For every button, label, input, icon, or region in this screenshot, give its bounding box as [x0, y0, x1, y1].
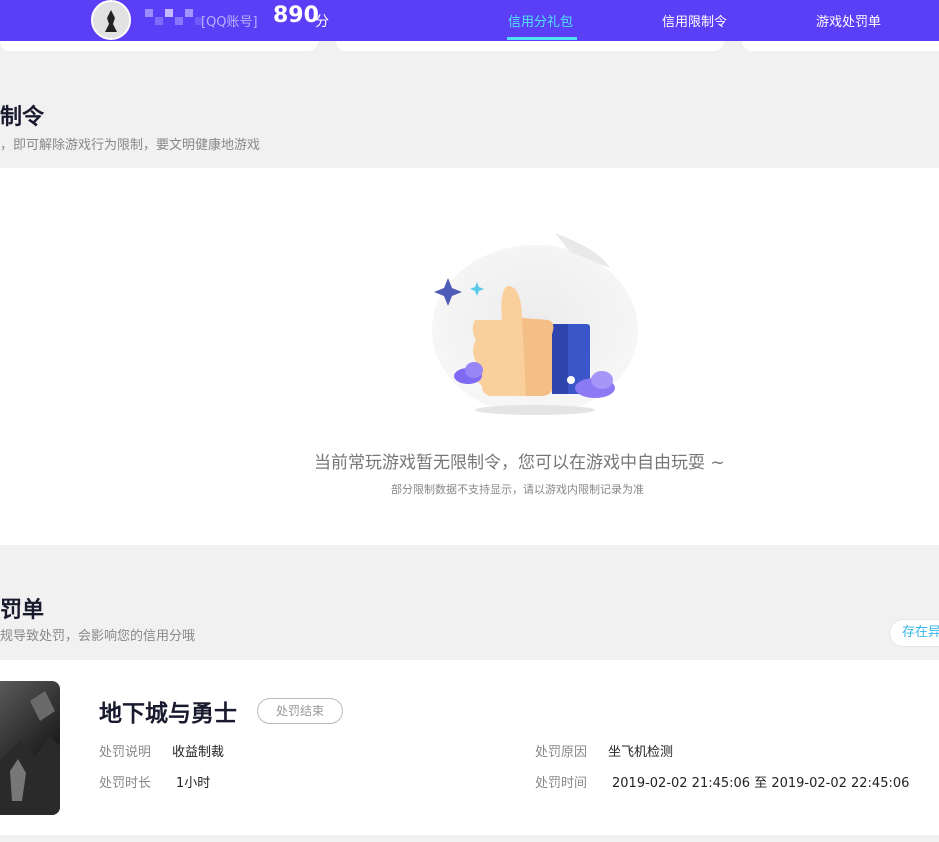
thumbs-up-icon: [430, 230, 640, 420]
credit-score-unit: 分: [315, 14, 329, 30]
status-badge: 处罚结束: [257, 698, 343, 724]
user-name-masked: [145, 9, 203, 27]
penalty-time-value: 2019-02-02 21:45:06 至 2019-02-02 22:45:0…: [612, 776, 910, 791]
penalty-time-label: 处罚时间: [535, 776, 588, 791]
card-edge: [742, 41, 939, 51]
empty-state-note: 部分限制数据不支持显示，请以游戏内限制记录为准: [391, 483, 644, 496]
penalty-desc-label: 处罚说明: [99, 745, 152, 760]
card-edge: [0, 41, 318, 51]
tab-credit-restriction[interactable]: 信用限制令: [662, 11, 727, 30]
penalty-reason-label: 处罚原因: [535, 745, 588, 760]
penalty-duration-value: 1小时: [176, 776, 211, 791]
section-subtitle-restriction: ，即可解除游戏行为限制，要文明健康地游戏: [0, 138, 261, 153]
penalty-reason-value: 坐飞机检测: [608, 745, 674, 760]
tab-active-indicator: [507, 37, 577, 40]
penalty-desc-value: 收益制裁: [172, 745, 225, 760]
top-nav-bar: [QQ账号] 890 分 信用分礼包 信用限制令 游戏处罚单: [0, 0, 939, 41]
section-title-penalty: 罚单: [0, 598, 45, 623]
card-edge: [336, 41, 724, 51]
game-title: 地下城与勇士: [99, 701, 237, 727]
section-title-restriction: 制令: [0, 105, 45, 130]
appeal-pill-button[interactable]: 存在异: [890, 620, 939, 646]
tab-game-penalty[interactable]: 游戏处罚单: [816, 11, 881, 30]
penalty-duration-label: 处罚时长: [99, 776, 152, 791]
credit-score: 890: [273, 3, 319, 28]
qq-account-label: [QQ账号]: [201, 15, 258, 30]
section-subtitle-penalty: 规导致处罚，会影响您的信用分哦: [0, 629, 196, 644]
empty-state-message: 当前常玩游戏暂无限制令，您可以在游戏中自由玩耍 ~: [314, 453, 725, 473]
game-thumbnail: [0, 681, 60, 815]
user-avatar[interactable]: [91, 0, 131, 40]
tab-credit-gift[interactable]: 信用分礼包: [508, 11, 573, 30]
